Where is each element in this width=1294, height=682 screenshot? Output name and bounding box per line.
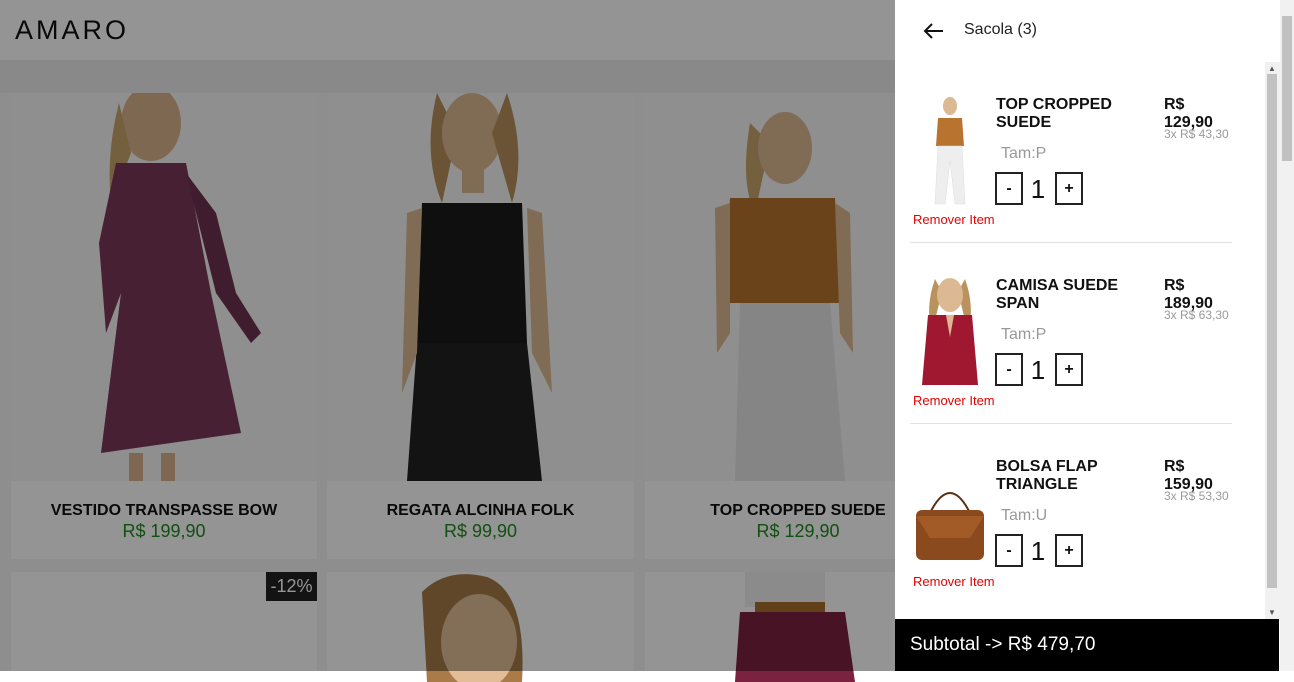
cart-item: CAMISA SUEDE SPAN Tam:P - 1 + R$ 189,90 … [910,243,1232,424]
cart-scrollbar[interactable]: ▲ ▼ [1265,62,1280,619]
cart-item-quantity: 1 [1030,174,1046,204]
cart-header: Sacola (3) [895,0,1280,62]
cart-drawer: Sacola (3) TOP CROPPED SUEDE Tam:P - 1 +… [895,0,1280,671]
cart-item: BOLSA FLAP TRIANGLE Tam:U - 1 + R$ 159,9… [910,424,1232,605]
page-scrollbar-thumb[interactable] [1282,16,1292,161]
scroll-down-icon[interactable]: ▼ [1268,608,1276,617]
scroll-up-icon[interactable]: ▲ [1268,64,1276,73]
cart-item-name: TOP CROPPED SUEDE [996,96,1112,131]
cart-items-list: TOP CROPPED SUEDE Tam:P - 1 + R$ 129,90 … [895,62,1267,619]
cart-item-image [910,277,990,389]
cart-item-size: Tam:P [1001,326,1047,343]
back-arrow-icon[interactable] [919,18,947,44]
cart-item-size: Tam:U [1001,507,1048,524]
remove-item-link[interactable]: Remover Item [913,393,995,408]
cart-item-installments: 3x R$ 53,30 [1164,489,1229,503]
cart-item-image [910,96,990,208]
cart-item-name: CAMISA SUEDE SPAN [996,277,1119,312]
increase-quantity-button[interactable]: + [1055,534,1083,567]
cart-item-installments: 3x R$ 43,30 [1164,127,1229,141]
cart-item-quantity: 1 [1030,536,1046,566]
cart-subtotal[interactable]: Subtotal -> R$ 479,70 [895,619,1279,671]
page-scrollbar[interactable] [1280,0,1294,671]
remove-item-link[interactable]: Remover Item [913,212,995,227]
cart-item-quantity: 1 [1030,355,1046,385]
increase-quantity-button[interactable]: + [1055,353,1083,386]
cart-item-installments: 3x R$ 63,30 [1164,308,1229,322]
cart-item: TOP CROPPED SUEDE Tam:P - 1 + R$ 129,90 … [910,62,1232,243]
decrease-quantity-button[interactable]: - [995,534,1023,567]
cart-item-size: Tam:P [1001,145,1047,162]
cart-title: Sacola (3) [964,21,1037,38]
remove-item-link[interactable]: Remover Item [913,574,995,589]
increase-quantity-button[interactable]: + [1055,172,1083,205]
decrease-quantity-button[interactable]: - [995,172,1023,205]
cart-scrollbar-thumb[interactable] [1267,74,1277,588]
decrease-quantity-button[interactable]: - [995,353,1023,386]
cart-item-image [910,458,990,570]
cart-item-name: BOLSA FLAP TRIANGLE [996,458,1098,493]
